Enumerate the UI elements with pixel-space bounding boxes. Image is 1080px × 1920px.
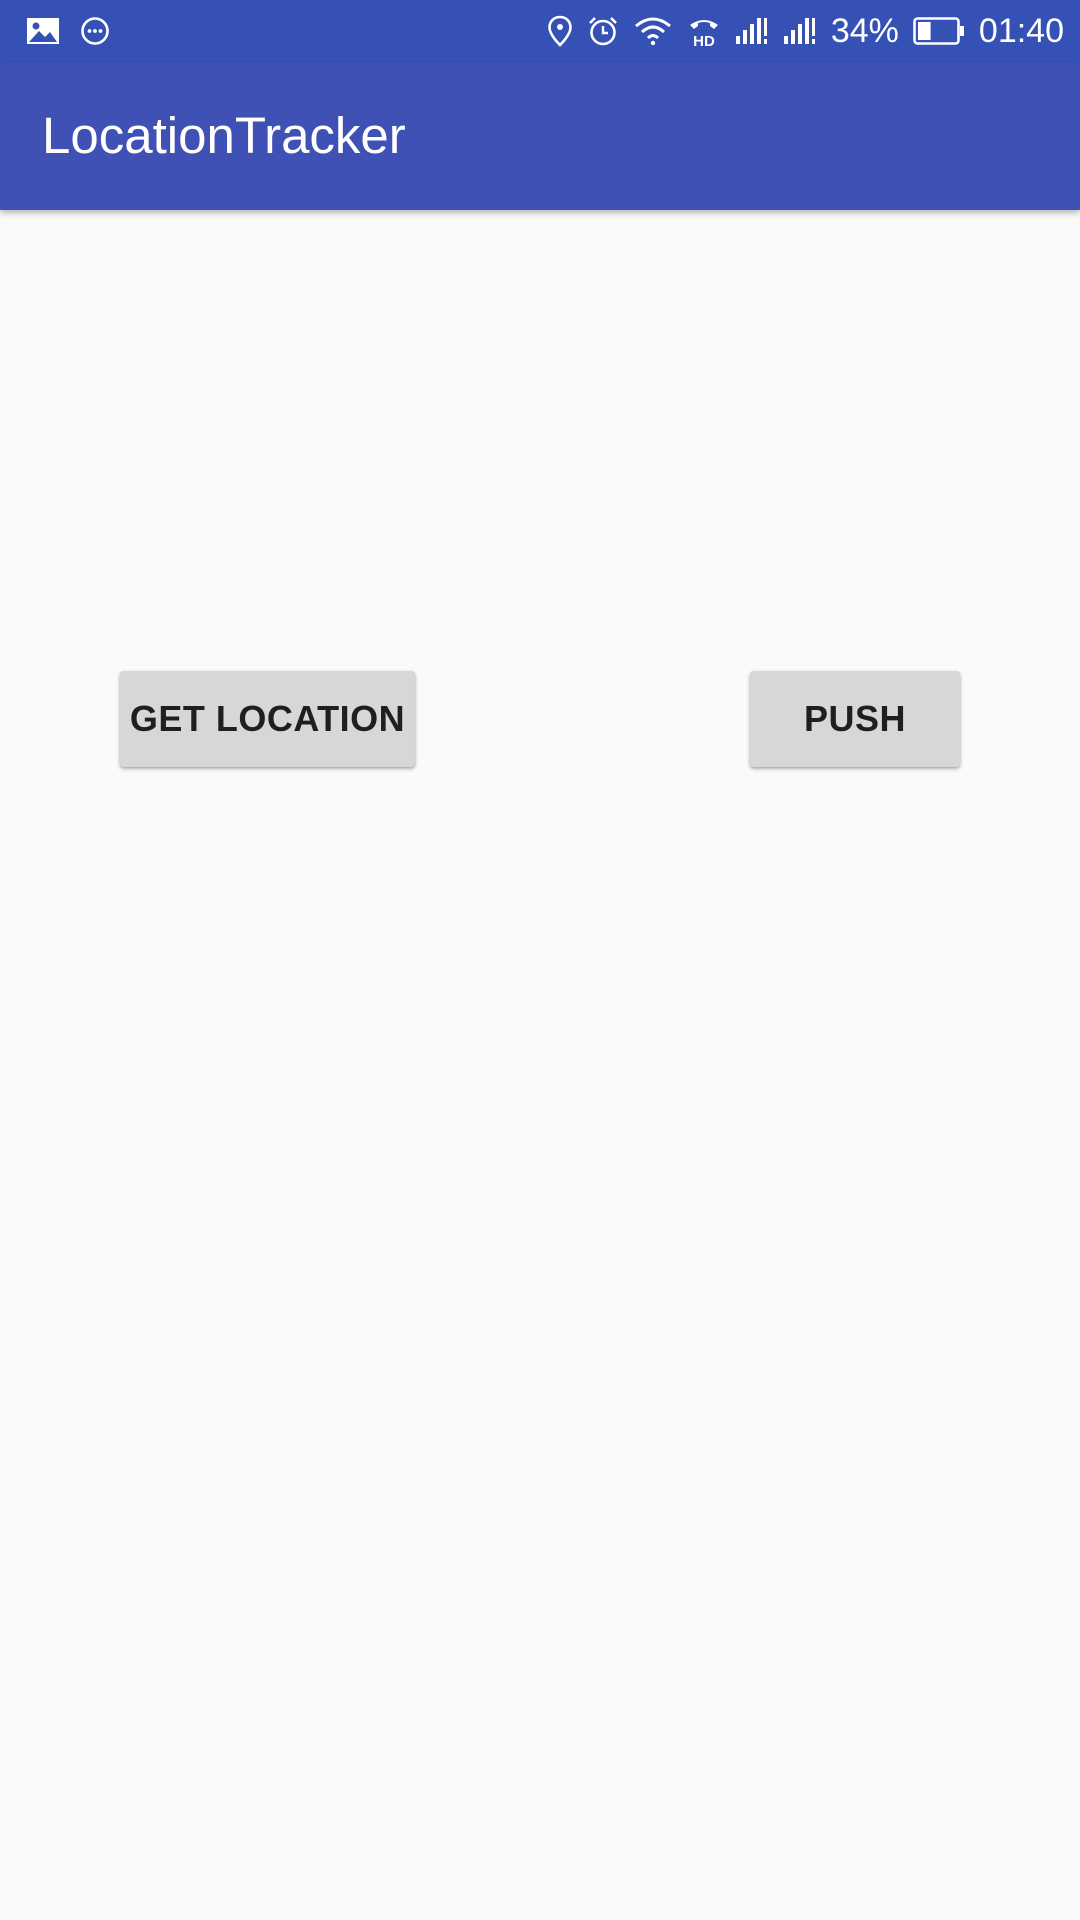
- alarm-icon: [587, 15, 619, 47]
- battery-percent: 34%: [830, 12, 899, 50]
- location-icon: [547, 15, 573, 47]
- wifi-icon: [633, 16, 673, 46]
- app-title: LocationTracker: [42, 107, 406, 164]
- battery-fill: [917, 22, 931, 40]
- chat-bubble-icon: [80, 16, 110, 46]
- get-location-button[interactable]: GET LOCATION: [120, 671, 415, 767]
- status-left-icons: [26, 14, 110, 48]
- status-right-icons: HD 34% 01:40: [547, 10, 1064, 52]
- signal-icon: [783, 16, 817, 46]
- status-bar: HD 34% 01:40: [0, 0, 1080, 63]
- battery-icon: [913, 16, 965, 46]
- svg-text:HD: HD: [693, 33, 715, 48]
- clock-time: 01:40: [978, 12, 1064, 50]
- app-bar: LocationTracker: [0, 63, 1080, 210]
- signal-icon: [735, 16, 769, 46]
- image-icon: [26, 17, 60, 45]
- hd-call-icon: HD: [687, 14, 721, 48]
- push-button[interactable]: PUSH: [750, 671, 960, 767]
